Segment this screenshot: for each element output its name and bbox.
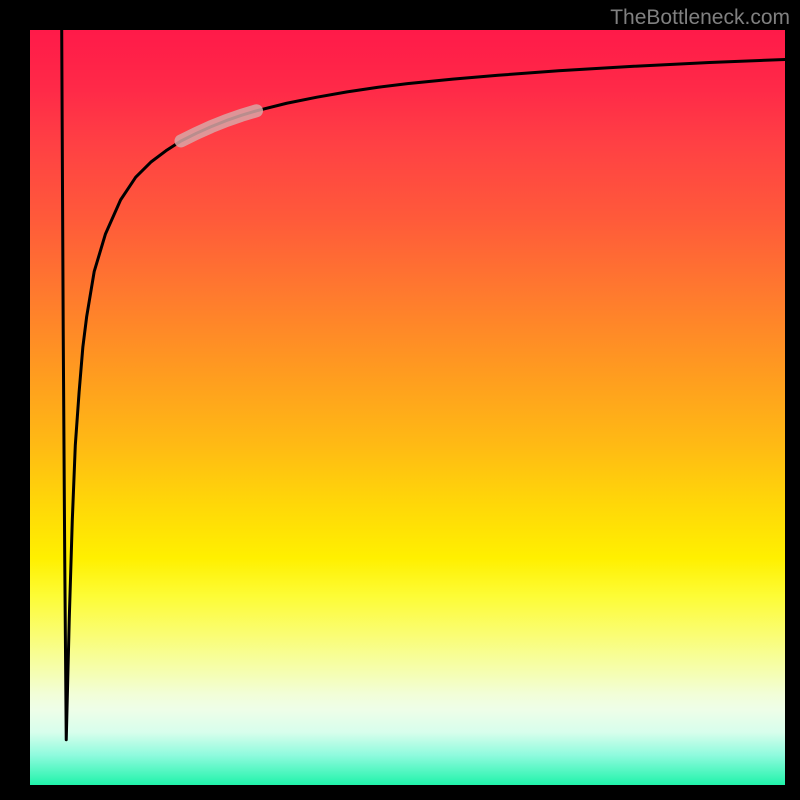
gradient-background [30,30,785,785]
attribution-text: TheBottleneck.com [610,6,790,30]
chart-container: TheBottleneck.com [0,0,800,800]
plot-area [30,30,785,785]
